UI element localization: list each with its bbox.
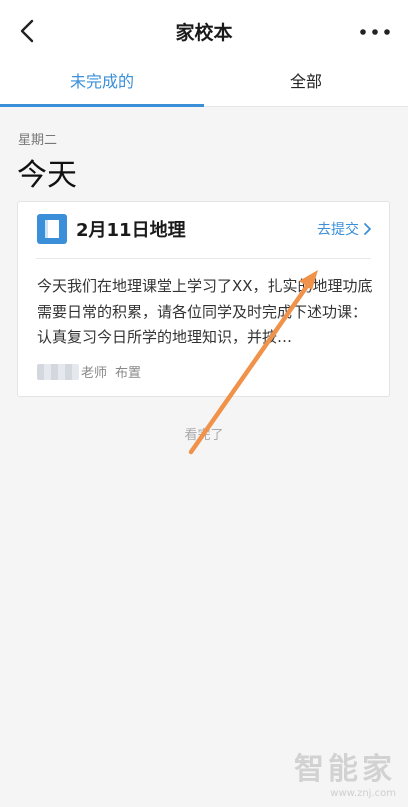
watermark-url: www.znj.com: [330, 788, 396, 799]
chevron-right-icon: [364, 223, 371, 235]
submit-button[interactable]: 去提交: [317, 219, 372, 239]
annotation-arrow-icon: [188, 270, 318, 455]
watermark: 智能家 www.znj.com: [276, 744, 396, 799]
more-dots-icon[interactable]: [358, 22, 392, 42]
card-title: 2月11日地理: [76, 220, 186, 241]
card-divider: [36, 258, 371, 259]
list-end-text: 看完了: [184, 428, 224, 443]
tab-indicator: [0, 104, 204, 107]
homework-card[interactable]: 2月11日地理 去提交 今天我们在地理课堂上学习了XX，扎实的地理功底需要日常的…: [17, 201, 390, 397]
weekday-label: 星期二: [18, 133, 58, 148]
tab-incomplete[interactable]: 未完成的: [0, 62, 204, 106]
teacher-row: 老师 布置: [37, 362, 141, 381]
book-icon: [37, 214, 67, 244]
tab-bar: 未完成的 全部: [0, 62, 408, 107]
day-heading: 今天: [17, 158, 77, 193]
watermark-brand: 智能家: [294, 752, 396, 787]
tab-all[interactable]: 全部: [204, 62, 408, 106]
submit-label: 去提交: [317, 222, 359, 238]
top-bar: 家校本: [0, 0, 408, 62]
card-body-text: 今天我们在地理课堂上学习了XX，扎实的地理功底需要日常的积累，请各位同学及时完成…: [37, 277, 373, 346]
teacher-suffix: 老师: [81, 366, 108, 381]
assign-label: 布置: [115, 366, 142, 381]
page-title: 家校本: [175, 22, 233, 44]
teacher-name-blurred: [37, 363, 79, 380]
